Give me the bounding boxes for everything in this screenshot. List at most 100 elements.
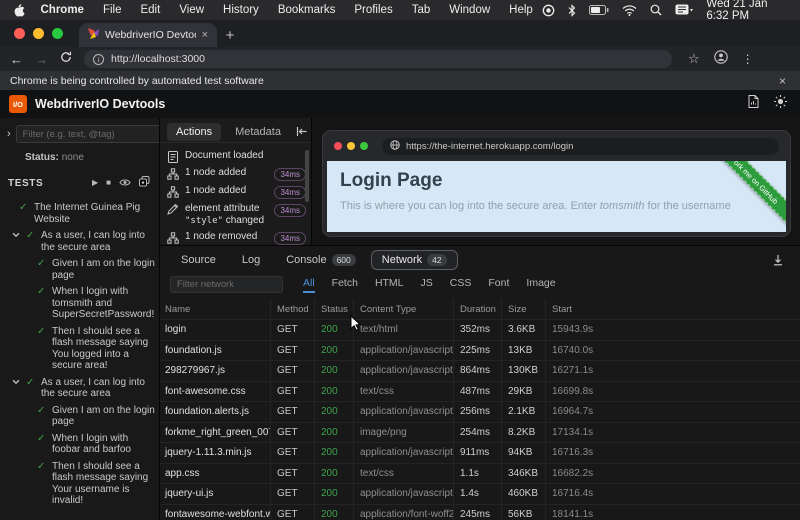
forward-icon[interactable]: → — [35, 53, 48, 66]
report-file-icon[interactable] — [748, 95, 759, 113]
table-row[interactable]: font-awesome.cssGET200text/css487ms29KB1… — [160, 382, 800, 403]
action-item[interactable]: 1 node added34ms — [166, 183, 306, 201]
tests-tree: ✓The Internet Guinea Pig Website ✓As a us… — [0, 197, 159, 507]
tree-item[interactable]: ✓Then I should see a flash message sayin… — [0, 326, 159, 372]
reload-icon[interactable] — [60, 50, 72, 68]
filter-font[interactable]: Font — [488, 277, 509, 293]
tree-item[interactable]: ✓The Internet Guinea Pig Website — [0, 202, 159, 225]
tree-item[interactable]: ✓As a user, I can log into the secure ar… — [0, 230, 159, 253]
tree-item[interactable]: ✓When I login with tomsmith and SuperSec… — [0, 286, 159, 321]
chevron-down-icon[interactable] — [10, 377, 22, 400]
table-row[interactable]: 298279967.jsGET200application/javascript… — [160, 361, 800, 382]
network-filter-input[interactable] — [170, 276, 283, 293]
column-header-start[interactable]: Start — [545, 299, 800, 319]
input-source-icon[interactable] — [675, 4, 693, 16]
run-tests-play-icon[interactable]: ▶ — [92, 179, 98, 187]
filter-js[interactable]: JS — [421, 277, 433, 293]
tree-item[interactable]: ✓As a user, I can log into the secure ar… — [0, 377, 159, 400]
action-item[interactable]: Document loaded — [166, 148, 306, 165]
filter-html[interactable]: HTML — [375, 277, 404, 293]
chrome-menu-icon[interactable]: ⋮ — [742, 52, 754, 66]
menu-item-view[interactable]: View — [179, 4, 204, 16]
app-title: WebdriverIO Devtools — [35, 97, 165, 111]
wifi-icon[interactable] — [622, 5, 637, 16]
tree-item[interactable]: ✓When I login with foobar and barfoo — [0, 433, 159, 456]
table-row[interactable]: foundation.jsGET200application/javascrip… — [160, 341, 800, 362]
collapse-panel-icon[interactable] — [295, 126, 308, 137]
window-close-button[interactable] — [14, 28, 25, 39]
cell-method: GET — [270, 443, 314, 463]
filter-fetch[interactable]: Fetch — [332, 277, 358, 293]
cell-name: forkme_right_green_0072... — [160, 423, 270, 443]
bluetooth-icon[interactable] — [568, 4, 576, 17]
table-row[interactable]: jquery-ui.jsGET200application/javascript… — [160, 484, 800, 505]
column-header-method[interactable]: Method — [270, 299, 314, 319]
profile-avatar-icon[interactable] — [714, 50, 728, 69]
action-item[interactable]: 1 node added34ms — [166, 165, 306, 183]
cell-size: 94KB — [501, 443, 545, 463]
column-header-status[interactable]: Status — [314, 299, 353, 319]
filter-image[interactable]: Image — [526, 277, 555, 293]
record-session-icon[interactable] — [139, 174, 150, 192]
tests-filter-input[interactable] — [16, 125, 160, 143]
back-icon[interactable]: ← — [10, 53, 23, 66]
action-item[interactable]: element attribute "style" changed34ms — [166, 201, 306, 229]
actions-scrollbar[interactable] — [305, 150, 309, 202]
new-tab-button[interactable]: + — [217, 23, 243, 47]
stop-tests-icon[interactable]: ■ — [106, 179, 111, 187]
menu-item-help[interactable]: Help — [509, 4, 533, 16]
sidebar-collapse-icon[interactable]: › — [7, 128, 11, 140]
watch-eye-icon[interactable] — [119, 174, 131, 192]
window-zoom-button[interactable] — [52, 28, 63, 39]
menu-item-profiles[interactable]: Profiles — [354, 4, 392, 16]
filter-all[interactable]: All — [303, 277, 315, 293]
theme-toggle-sun-icon[interactable] — [774, 95, 787, 113]
site-info-icon[interactable]: i — [93, 54, 104, 65]
browser-tab[interactable]: WebdriverIO Devtools × — [79, 23, 217, 47]
cell-name: foundation.js — [160, 341, 270, 361]
download-icon[interactable] — [772, 254, 790, 266]
column-header-duration[interactable]: Duration — [453, 299, 501, 319]
tab-close-icon[interactable]: × — [202, 29, 208, 41]
tree-item[interactable]: ✓Given I am on the login page — [0, 405, 159, 428]
menu-item-chrome[interactable]: Chrome — [41, 4, 84, 16]
bookmark-star-icon[interactable]: ☆ — [688, 51, 700, 67]
battery-icon[interactable] — [589, 5, 609, 15]
preview-browser-topbar: https://the-internet.herokuapp.com/login — [323, 131, 790, 161]
tab-network[interactable]: Network42 — [371, 250, 458, 270]
menu-item-file[interactable]: File — [103, 4, 122, 16]
menu-item-bookmarks[interactable]: Bookmarks — [278, 4, 336, 16]
tab-console[interactable]: Console600 — [275, 250, 367, 270]
column-header-name[interactable]: Name — [160, 299, 270, 319]
cell-size: 56KB — [501, 505, 545, 520]
apple-menu-icon[interactable] — [14, 4, 25, 17]
tab-source[interactable]: Source — [170, 250, 227, 270]
filter-css[interactable]: CSS — [450, 277, 472, 293]
window-minimize-button[interactable] — [33, 28, 44, 39]
tab-actions[interactable]: Actions — [167, 123, 221, 141]
menu-item-edit[interactable]: Edit — [140, 4, 160, 16]
menubar-clock[interactable]: Wed 21 Jan 6:32 PM — [706, 0, 790, 22]
tree-item[interactable]: ✓Then I should see a flash message sayin… — [0, 461, 159, 507]
record-status-icon[interactable] — [542, 4, 555, 17]
table-row[interactable]: forkme_right_green_0072...GET200image/pn… — [160, 423, 800, 444]
table-row[interactable]: jquery-1.11.3.min.jsGET200application/ja… — [160, 443, 800, 464]
tree-item[interactable]: ✓Given I am on the login page — [0, 258, 159, 281]
tab-metadata[interactable]: Metadata — [226, 123, 290, 141]
column-header-content-type[interactable]: Content Type — [353, 299, 453, 319]
menu-item-history[interactable]: History — [223, 4, 259, 16]
menu-item-window[interactable]: Window — [449, 4, 490, 16]
cell-duration: 487ms — [453, 382, 501, 402]
infobar-close-icon[interactable]: × — [779, 74, 790, 88]
table-row[interactable]: foundation.alerts.jsGET200application/ja… — [160, 402, 800, 423]
table-row[interactable]: app.cssGET200text/css1.1s346KB16682.2s — [160, 464, 800, 485]
menu-item-tab[interactable]: Tab — [412, 4, 431, 16]
column-header-size[interactable]: Size — [501, 299, 545, 319]
address-bar[interactable]: i http://localhost:3000 — [84, 50, 672, 68]
tab-log[interactable]: Log — [231, 250, 271, 270]
table-row[interactable]: loginGET200text/html352ms3.6KB15943.9s — [160, 320, 800, 341]
action-item[interactable]: 1 node removed34ms — [166, 229, 306, 245]
table-row[interactable]: fontawesome-webfont.wof...GET200applicat… — [160, 505, 800, 520]
chevron-down-icon[interactable] — [10, 230, 22, 253]
spotlight-search-icon[interactable] — [650, 4, 662, 16]
